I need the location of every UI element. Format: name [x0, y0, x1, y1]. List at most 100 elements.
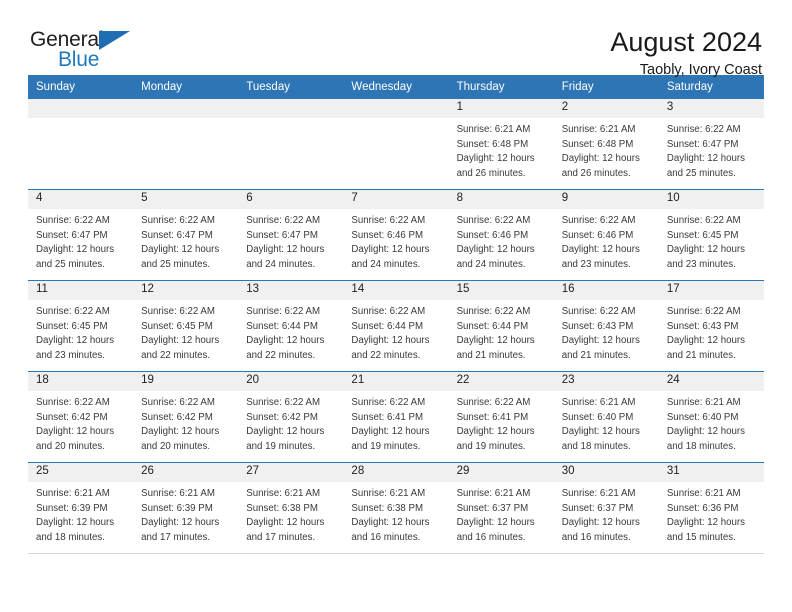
calendar-cell-day-30[interactable]: 30 Sunrise: 6:21 AM Sunset: 6:37 PM Dayligh… — [553, 462, 659, 554]
day-cell: 23 Sunrise: 6:21 AM Sunset: 6:40 PM Dayligh… — [553, 372, 659, 462]
calendar-cell-day-25[interactable]: 25 Sunrise: 6:21 AM Sunset: 6:39 PM Dayligh… — [28, 462, 134, 554]
day-details: Sunrise: 6:21 AM Sunset: 6:40 PM Daylight:… — [659, 391, 764, 455]
day-number: 16 — [553, 281, 659, 300]
day-cell: 18 Sunrise: 6:22 AM Sunset: 6:42 PM Dayligh… — [28, 372, 134, 462]
calendar-cell-day-7[interactable]: 7 Sunrise: 6:22 AM Sunset: 6:46 PM Daylight… — [343, 189, 449, 281]
calendar-cell-day-18[interactable]: 18 Sunrise: 6:22 AM Sunset: 6:42 PM Dayligh… — [28, 371, 134, 463]
day-cell — [133, 99, 239, 189]
calendar-cell-day-17[interactable]: 17 Sunrise: 6:22 AM Sunset: 6:43 PM Dayligh… — [658, 280, 764, 372]
day-number — [28, 99, 134, 118]
sunset-time: Sunset: 6:39 PM — [141, 502, 213, 514]
day-cell: 6 Sunrise: 6:22 AM Sunset: 6:47 PM Daylight… — [238, 190, 344, 280]
calendar-week-row: 11 Sunrise: 6:22 AM Sunset: 6:45 PM Dayligh… — [28, 280, 764, 372]
day-cell: 14 Sunrise: 6:22 AM Sunset: 6:44 PM Dayligh… — [343, 281, 449, 371]
calendar-cell-day-6[interactable]: 6 Sunrise: 6:22 AM Sunset: 6:47 PM Daylight… — [238, 189, 344, 281]
daylight-duration-line1: Daylight: 12 hours — [456, 244, 535, 256]
calendar-cell-day-5[interactable]: 5 Sunrise: 6:22 AM Sunset: 6:47 PM Daylight… — [133, 189, 239, 281]
daylight-duration-line1: Daylight: 12 hours — [246, 426, 325, 438]
sunrise-time: Sunrise: 6:21 AM — [666, 397, 741, 408]
calendar-cell-day-14[interactable]: 14 Sunrise: 6:22 AM Sunset: 6:44 PM Dayligh… — [343, 280, 449, 372]
day-details: Sunrise: 6:22 AM Sunset: 6:46 PM Daylight:… — [449, 209, 554, 273]
day-number: 25 — [28, 463, 134, 482]
calendar-cell-day-8[interactable]: 8 Sunrise: 6:22 AM Sunset: 6:46 PM Daylight… — [448, 189, 554, 281]
calendar-cell-day-24[interactable]: 24 Sunrise: 6:21 AM Sunset: 6:40 PM Dayligh… — [658, 371, 764, 463]
calendar-cell-day-16[interactable]: 16 Sunrise: 6:22 AM Sunset: 6:43 PM Dayligh… — [553, 280, 659, 372]
day-details: Sunrise: 6:22 AM Sunset: 6:43 PM Daylight:… — [659, 300, 764, 364]
calendar-cell-day-3[interactable]: 3 Sunrise: 6:22 AM Sunset: 6:47 PM Daylight… — [658, 99, 764, 190]
day-cell: 21 Sunrise: 6:22 AM Sunset: 6:41 PM Dayligh… — [343, 372, 449, 462]
day-cell: 16 Sunrise: 6:22 AM Sunset: 6:43 PM Dayligh… — [553, 281, 659, 371]
day-number: 19 — [133, 372, 239, 391]
day-cell: 22 Sunrise: 6:22 AM Sunset: 6:41 PM Dayligh… — [448, 372, 554, 462]
day-cell: 4 Sunrise: 6:22 AM Sunset: 6:47 PM Daylight… — [28, 190, 134, 280]
calendar-cell-day-26[interactable]: 26 Sunrise: 6:21 AM Sunset: 6:39 PM Dayligh… — [133, 462, 239, 554]
day-details: Sunrise: 6:22 AM Sunset: 6:44 PM Daylight:… — [238, 300, 343, 364]
sunset-time: Sunset: 6:44 PM — [246, 320, 318, 332]
daylight-duration-line2: and 20 minutes. — [36, 441, 105, 453]
sunset-time: Sunset: 6:46 PM — [351, 229, 424, 241]
calendar-cell-day-15[interactable]: 15 Sunrise: 6:22 AM Sunset: 6:44 PM Dayligh… — [448, 280, 554, 372]
daylight-duration-line1: Daylight: 12 hours — [666, 517, 745, 529]
calendar-cell-day-19[interactable]: 19 Sunrise: 6:22 AM Sunset: 6:42 PM Dayligh… — [133, 371, 239, 463]
day-cell: 31 Sunrise: 6:21 AM Sunset: 6:36 PM Dayligh… — [658, 463, 764, 553]
calendar-cell-day-13[interactable]: 13 Sunrise: 6:22 AM Sunset: 6:44 PM Dayligh… — [238, 280, 344, 372]
day-details: Sunrise: 6:21 AM Sunset: 6:38 PM Daylight:… — [343, 482, 448, 546]
day-details: Sunrise: 6:22 AM Sunset: 6:41 PM Daylight:… — [449, 391, 554, 455]
day-number: 6 — [238, 190, 344, 209]
day-number: 3 — [658, 99, 764, 118]
calendar-cell-day-2[interactable]: 2 Sunrise: 6:21 AM Sunset: 6:48 PM Daylight… — [553, 99, 659, 190]
calendar-cell-empty — [343, 99, 449, 190]
day-details: Sunrise: 6:22 AM Sunset: 6:45 PM Daylight:… — [28, 300, 133, 364]
daylight-duration-line1: Daylight: 12 hours — [561, 244, 640, 256]
calendar-cell-day-11[interactable]: 11 Sunrise: 6:22 AM Sunset: 6:45 PM Dayligh… — [28, 280, 134, 372]
day-details: Sunrise: 6:21 AM Sunset: 6:48 PM Daylight:… — [554, 118, 659, 182]
day-details: Sunrise: 6:22 AM Sunset: 6:45 PM Daylight:… — [133, 300, 238, 364]
calendar-cell-day-27[interactable]: 27 Sunrise: 6:21 AM Sunset: 6:38 PM Dayligh… — [238, 462, 344, 554]
daylight-duration-line2: and 16 minutes. — [561, 532, 631, 544]
calendar-cell-day-28[interactable]: 28 Sunrise: 6:21 AM Sunset: 6:38 PM Dayligh… — [343, 462, 449, 554]
daylight-duration-line2: and 21 minutes. — [666, 350, 736, 362]
daylight-duration-line2: and 20 minutes. — [141, 441, 211, 453]
daylight-duration-line1: Daylight: 12 hours — [456, 335, 535, 347]
calendar-week-row: 25 Sunrise: 6:21 AM Sunset: 6:39 PM Dayligh… — [28, 462, 764, 554]
calendar-page: General Blue August 2024 Taobly, Ivory C… — [0, 0, 792, 612]
weekday-header-wednesday: Wednesday — [351, 81, 412, 93]
calendar-cell-day-31[interactable]: 31 Sunrise: 6:21 AM Sunset: 6:36 PM Dayligh… — [658, 462, 764, 554]
calendar-cell-day-22[interactable]: 22 Sunrise: 6:22 AM Sunset: 6:41 PM Dayligh… — [448, 371, 554, 463]
daylight-duration-line1: Daylight: 12 hours — [456, 517, 535, 529]
daylight-duration-line1: Daylight: 12 hours — [246, 335, 325, 347]
calendar-cell-day-23[interactable]: 23 Sunrise: 6:21 AM Sunset: 6:40 PM Dayligh… — [553, 371, 659, 463]
calendar-cell-day-1[interactable]: 1 Sunrise: 6:21 AM Sunset: 6:48 PM Daylight… — [448, 99, 554, 190]
calendar-cell-day-9[interactable]: 9 Sunrise: 6:22 AM Sunset: 6:46 PM Daylight… — [553, 189, 659, 281]
day-number: 4 — [28, 190, 134, 209]
sunrise-time: Sunrise: 6:22 AM — [141, 397, 215, 408]
day-number: 2 — [553, 99, 659, 118]
daylight-duration-line2: and 22 minutes. — [141, 350, 211, 362]
day-details: Sunrise: 6:22 AM Sunset: 6:47 PM Daylight:… — [28, 209, 133, 273]
daylight-duration-line1: Daylight: 12 hours — [246, 244, 325, 256]
calendar-cell-day-21[interactable]: 21 Sunrise: 6:22 AM Sunset: 6:41 PM Dayligh… — [343, 371, 449, 463]
sunrise-time: Sunrise: 6:21 AM — [141, 488, 215, 499]
daylight-duration-line1: Daylight: 12 hours — [561, 335, 640, 347]
generalblue-logo[interactable]: General Blue — [28, 28, 146, 74]
daylight-duration-line1: Daylight: 12 hours — [456, 426, 535, 438]
calendar-cell-day-10[interactable]: 10 Sunrise: 6:22 AM Sunset: 6:45 PM Dayligh… — [658, 189, 764, 281]
day-cell: 10 Sunrise: 6:22 AM Sunset: 6:45 PM Dayligh… — [658, 190, 764, 280]
calendar-cell-day-4[interactable]: 4 Sunrise: 6:22 AM Sunset: 6:47 PM Daylight… — [28, 189, 134, 281]
sunrise-time: Sunrise: 6:22 AM — [246, 306, 321, 317]
sunset-time: Sunset: 6:46 PM — [456, 229, 529, 241]
page-subtitle: Taobly, Ivory Coast — [639, 62, 762, 79]
day-details: Sunrise: 6:22 AM Sunset: 6:45 PM Daylight:… — [659, 209, 764, 273]
calendar-cell-day-20[interactable]: 20 Sunrise: 6:22 AM Sunset: 6:42 PM Dayligh… — [238, 371, 344, 463]
day-details: Sunrise: 6:21 AM Sunset: 6:39 PM Daylight:… — [133, 482, 238, 546]
day-details: Sunrise: 6:22 AM Sunset: 6:42 PM Daylight:… — [28, 391, 133, 455]
sunrise-time: Sunrise: 6:22 AM — [141, 215, 215, 226]
sunset-time: Sunset: 6:42 PM — [141, 411, 213, 423]
daylight-duration-line2: and 25 minutes. — [666, 168, 736, 180]
calendar-cell-day-12[interactable]: 12 Sunrise: 6:22 AM Sunset: 6:45 PM Dayligh… — [133, 280, 239, 372]
sunrise-time: Sunrise: 6:22 AM — [246, 215, 321, 226]
sunset-time: Sunset: 6:41 PM — [456, 411, 529, 423]
day-cell — [28, 99, 134, 189]
day-details: Sunrise: 6:21 AM Sunset: 6:37 PM Daylight:… — [554, 482, 659, 546]
calendar-cell-day-29[interactable]: 29 Sunrise: 6:21 AM Sunset: 6:37 PM Dayligh… — [448, 462, 554, 554]
